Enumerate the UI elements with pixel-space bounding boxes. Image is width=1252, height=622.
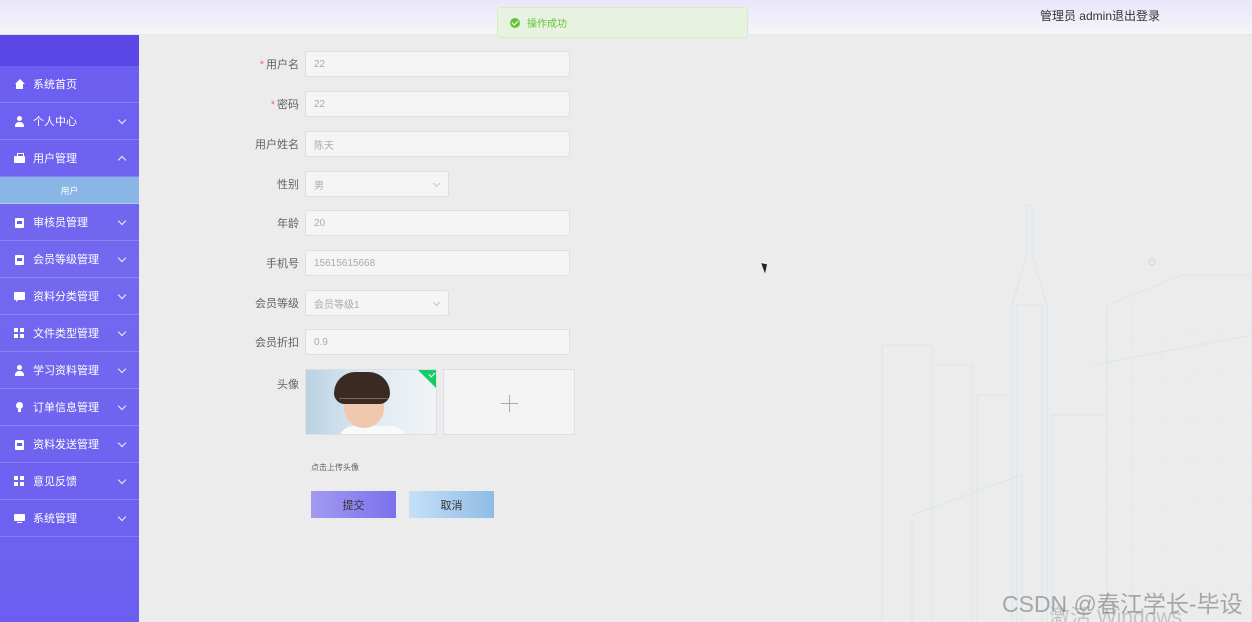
realname-input[interactable]: 陈天 bbox=[305, 131, 570, 157]
user-icon bbox=[14, 364, 25, 376]
sidebar-item-member-level-management[interactable]: 会员等级管理 bbox=[0, 241, 139, 278]
form-row-phone: 手机号 15615615668 bbox=[139, 250, 570, 276]
sidebar-item-label: 意见反馈 bbox=[33, 476, 77, 488]
phone-label: 手机号 bbox=[266, 258, 299, 270]
home-icon bbox=[14, 78, 25, 90]
chevron-down-icon bbox=[117, 253, 127, 263]
sidebar-item-label: 订单信息管理 bbox=[33, 402, 99, 414]
bulb-icon bbox=[14, 401, 25, 413]
form-row-member-level: 会员等级 会员等级1 bbox=[139, 290, 449, 316]
required-asterisk: * bbox=[270, 99, 275, 111]
sidebar-item-study-material[interactable]: 学习资料管理 bbox=[0, 352, 139, 389]
avatar-upload-hint: 点击上传头像 bbox=[311, 463, 359, 472]
clipboard-icon bbox=[14, 217, 25, 228]
chevron-down-icon bbox=[117, 327, 127, 337]
chevron-down-icon bbox=[432, 179, 441, 188]
age-label: 年龄 bbox=[277, 218, 299, 230]
gender-select[interactable]: 男 bbox=[305, 171, 449, 197]
sidebar-header bbox=[0, 35, 139, 66]
check-circle-icon bbox=[510, 17, 520, 28]
csdn-watermark: CSDN @春江学长-毕设 bbox=[1002, 591, 1243, 617]
sidebar-item-reviewer-management[interactable]: 审核员管理 bbox=[0, 204, 139, 241]
form-row-password: * 密码 22 bbox=[139, 91, 570, 117]
chevron-down-icon bbox=[117, 364, 127, 374]
sidebar-item-material-send[interactable]: 资料发送管理 bbox=[0, 426, 139, 463]
username-input[interactable]: 22 bbox=[305, 51, 570, 77]
sidebar-item-label: 用户管理 bbox=[33, 153, 77, 165]
sidebar-item-system-management[interactable]: 系统管理 bbox=[0, 500, 139, 537]
form-row-gender: 性别 男 bbox=[139, 171, 449, 197]
form-row-age: 年龄 20 bbox=[139, 210, 570, 236]
gender-select-value: 男 bbox=[314, 180, 324, 192]
age-input[interactable]: 20 bbox=[305, 210, 570, 236]
sidebar-item-label: 文件类型管理 bbox=[33, 328, 99, 340]
sidebar-item-file-type[interactable]: 文件类型管理 bbox=[0, 315, 139, 352]
phone-input[interactable]: 15615615668 bbox=[305, 250, 570, 276]
form-row-avatar: 头像 bbox=[139, 369, 575, 435]
logout-link[interactable]: 退出登录 bbox=[1112, 7, 1160, 24]
sidebar-item-label: 学习资料管理 bbox=[33, 365, 99, 377]
monitor-icon bbox=[14, 513, 25, 524]
grid-icon bbox=[14, 475, 25, 487]
sidebar-item-label: 个人中心 bbox=[33, 116, 77, 128]
sidebar-item-personal-center[interactable]: 个人中心 bbox=[0, 103, 139, 140]
chat-icon bbox=[14, 291, 25, 302]
chevron-down-icon bbox=[117, 290, 127, 300]
sidebar-item-order-info[interactable]: 订单信息管理 bbox=[0, 389, 139, 426]
chevron-down-icon bbox=[432, 298, 441, 307]
form-row-username: * 用户名 22 bbox=[139, 51, 570, 77]
realname-label: 用户姓名 bbox=[255, 139, 299, 151]
sidebar-item-label: 会员等级管理 bbox=[33, 254, 99, 266]
discount-label: 会员折扣 bbox=[255, 337, 299, 349]
main-content: * 用户名 22 * 密码 22 用户姓名 陈天 性别 男 年龄 20 手机号 15… bbox=[139, 35, 1252, 622]
submit-button[interactable]: 提交 bbox=[311, 491, 396, 518]
toast-message: 操作成功 bbox=[527, 19, 567, 30]
clipboard-icon bbox=[14, 254, 25, 265]
required-asterisk: * bbox=[259, 59, 264, 71]
chevron-down-icon bbox=[117, 475, 127, 485]
chevron-down-icon bbox=[117, 216, 127, 226]
chevron-down-icon bbox=[117, 438, 127, 448]
success-toast: 操作成功 bbox=[497, 7, 748, 38]
current-user-label: 管理员 admin bbox=[1039, 9, 1112, 23]
member-level-label: 会员等级 bbox=[255, 298, 299, 310]
member-level-select[interactable]: 会员等级1 bbox=[305, 290, 449, 316]
avatar-preview-image[interactable] bbox=[305, 369, 437, 435]
member-level-select-value: 会员等级1 bbox=[314, 299, 360, 311]
sidebar-item-label: 资料分类管理 bbox=[33, 291, 99, 303]
sidebar-item-user-management[interactable]: 用户管理 bbox=[0, 140, 139, 177]
clipboard-icon bbox=[14, 439, 25, 450]
city-skyline-background bbox=[881, 204, 1252, 622]
sidebar-item-material-category[interactable]: 资料分类管理 bbox=[0, 278, 139, 315]
form-row-realname: 用户姓名 陈天 bbox=[139, 131, 570, 157]
cancel-button[interactable]: 取消 bbox=[409, 491, 494, 518]
avatar-upload-button[interactable] bbox=[443, 369, 575, 435]
sidebar-item-home[interactable]: 系统首页 bbox=[0, 66, 139, 103]
chevron-down-icon bbox=[117, 115, 127, 125]
chevron-down-icon bbox=[117, 512, 127, 522]
username-label: * 用户名 bbox=[259, 59, 299, 71]
sidebar-item-label: 资料发送管理 bbox=[33, 439, 99, 451]
avatar-label: 头像 bbox=[277, 379, 299, 391]
password-label: * 密码 bbox=[270, 99, 299, 111]
password-input[interactable]: 22 bbox=[305, 91, 570, 117]
briefcase-icon bbox=[14, 152, 25, 164]
chevron-up-icon bbox=[117, 155, 127, 165]
sidebar-menu: 系统首页 个人中心 用户管理 用户 审核员管理 会员等级管理 资料分类管理 文件… bbox=[0, 35, 139, 622]
gender-label: 性别 bbox=[277, 179, 299, 191]
chevron-down-icon bbox=[117, 401, 127, 411]
sidebar-item-label: 系统首页 bbox=[33, 79, 77, 91]
discount-input[interactable]: 0.9 bbox=[305, 329, 570, 355]
sidebar-item-label: 系统管理 bbox=[33, 513, 77, 525]
form-row-discount: 会员折扣 0.9 bbox=[139, 329, 570, 355]
grid-icon bbox=[14, 327, 25, 339]
sidebar-item-feedback[interactable]: 意见反馈 bbox=[0, 463, 139, 500]
sidebar-item-label: 审核员管理 bbox=[33, 217, 88, 229]
sidebar-subitem-user[interactable]: 用户 bbox=[0, 177, 139, 204]
user-icon bbox=[14, 115, 25, 127]
